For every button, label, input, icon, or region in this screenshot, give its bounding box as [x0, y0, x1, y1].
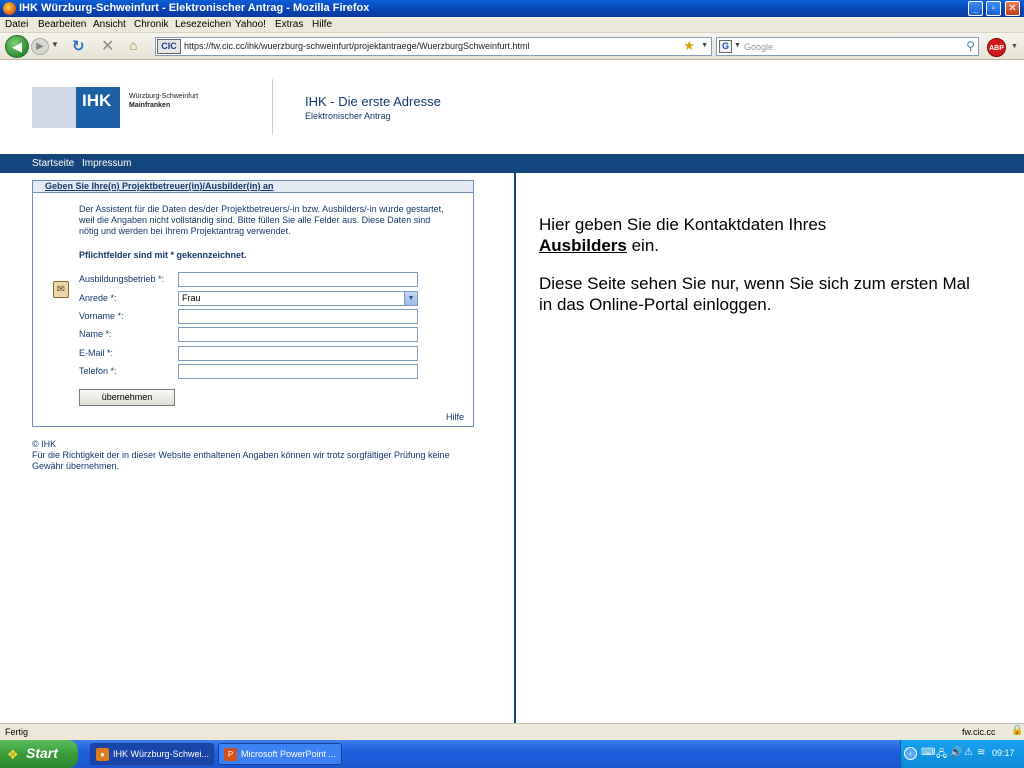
status-host: fw.cic.cc [962, 727, 996, 737]
taskbar: ❖ Start ● IHK Würzburg-Schwei... P Micro… [0, 740, 1024, 768]
navigation-toolbar: ◀ ▶ ▼ ↻ ✕ ⌂ CIC https://fw.cic.cc/ihk/wu… [0, 33, 1024, 60]
system-tray: ‹ ⌨ 🖧 🔊 ⚠ ≋ 09:17 [900, 740, 1024, 768]
ihk-logo-accent [32, 87, 76, 128]
firefox-task-icon: ● [96, 748, 109, 761]
search-magnifier-icon[interactable]: ⚲ [966, 39, 975, 53]
ihk-logo-text: IHK [82, 91, 112, 110]
chevron-down-icon[interactable]: ▼ [404, 292, 417, 305]
form-intro: Der Assistent für die Daten des/der Proj… [79, 204, 444, 236]
adblock-plus-icon[interactable]: ABP [987, 38, 1006, 57]
adblock-dropdown-icon[interactable]: ▼ [1011, 43, 1018, 50]
status-text: Fertig [5, 727, 29, 737]
menu-chronik[interactable]: Chronik [134, 19, 168, 30]
history-dropdown-icon[interactable]: ▼ [51, 40, 59, 49]
tray-expand-icon[interactable]: ‹ [904, 747, 917, 760]
required-note: Pflichtfelder sind mit * gekennzeichnet. [79, 250, 247, 260]
task-powerpoint[interactable]: P Microsoft PowerPoint ... [218, 743, 342, 765]
copyright: © IHK [32, 439, 57, 449]
network-icon[interactable]: 🖧 [936, 747, 947, 764]
status-bar: Fertig fw.cic.cc 🔒 [0, 723, 1024, 740]
url-text[interactable]: https://fw.cic.cc/ihk/wuerzburg-schweinf… [184, 41, 529, 51]
column-divider [514, 173, 516, 723]
site-identity-badge[interactable]: CIC [157, 39, 181, 54]
header-divider [272, 79, 273, 135]
label-anrede: Anrede *: [79, 293, 117, 303]
vorname-input[interactable] [178, 309, 418, 324]
windows-logo-icon: ❖ [7, 747, 19, 762]
task-firefox[interactable]: ● IHK Würzburg-Schwei... [90, 743, 214, 765]
logo-subregion: Mainfranken [129, 102, 171, 109]
nav-impressum[interactable]: Impressum [82, 158, 131, 169]
page-content: IHK Würzburg-Schweinfurt Mainfranken IHK… [0, 61, 1024, 723]
task-powerpoint-label: Microsoft PowerPoint ... [241, 749, 337, 759]
info-line1-pre: Hier geben Sie die Kontaktdaten Ihres [539, 215, 827, 234]
label-telefon: Telefon *: [79, 366, 117, 376]
url-dropdown-icon[interactable]: ▼ [701, 42, 708, 49]
menu-hilfe[interactable]: Hilfe [312, 19, 332, 30]
label-name: Name *: [79, 329, 112, 339]
disclaimer: Für die Richtigkeit der in dieser Websit… [32, 450, 450, 471]
menu-lesezeichen[interactable]: Lesezeichen [175, 19, 231, 30]
wireless-icon[interactable]: ≋ [977, 747, 985, 758]
language-icon[interactable]: ⌨ [921, 747, 935, 758]
back-button[interactable]: ◀ [5, 35, 29, 58]
start-button[interactable]: ❖ Start [0, 740, 78, 768]
search-engine-dropdown-icon[interactable]: ▼ [734, 42, 741, 49]
form-title: Geben Sie Ihre(n) Projektbetreuer(in)/Au… [45, 181, 274, 191]
label-email: E-Mail *: [79, 348, 114, 358]
clock[interactable]: 09:17 [992, 748, 1015, 758]
forward-button[interactable]: ▶ [31, 38, 49, 55]
search-bar[interactable]: G ▼ Google ⚲ [716, 37, 979, 56]
telefon-input[interactable] [178, 364, 418, 379]
powerpoint-task-icon: P [224, 748, 237, 761]
nav-startseite[interactable]: Startseite [32, 158, 74, 169]
menu-yahoo[interactable]: Yahoo! [235, 19, 266, 30]
url-bar[interactable]: CIC https://fw.cic.cc/ihk/wuerzburg-schw… [155, 37, 712, 56]
start-label: Start [26, 745, 58, 761]
info-paragraph-1: Hier geben Sie die Kontaktdaten Ihres Aus… [539, 214, 979, 256]
contact-card-icon: ✉ [53, 281, 69, 298]
name-input[interactable] [178, 327, 418, 342]
lock-icon[interactable]: 🔒 [1011, 725, 1023, 736]
label-vorname: Vorname *: [79, 311, 124, 321]
bookmark-star-icon[interactable]: ★ [683, 38, 695, 54]
stop-icon[interactable]: ✕ [101, 36, 114, 56]
search-engine-icon[interactable]: G [719, 40, 732, 53]
volume-icon[interactable]: 🔊 [950, 747, 962, 758]
menu-bar: Datei Bearbeiten Ansicht Chronik Lesezei… [0, 17, 1024, 33]
search-placeholder[interactable]: Google [744, 42, 773, 52]
menu-bearbeiten[interactable]: Bearbeiten [38, 19, 86, 30]
label-ausbildungsbetrieb: Ausbildungsbetrieb *: [79, 274, 165, 284]
info-line1-bold: Ausbilders [539, 236, 627, 255]
close-button[interactable]: ✕ [1005, 1, 1020, 16]
info-paragraph-2: Diese Seite sehen Sie nur, wenn Sie sich… [539, 274, 970, 314]
email-input[interactable] [178, 346, 418, 361]
logo-region: Würzburg-Schweinfurt [129, 93, 199, 100]
menu-ansicht[interactable]: Ansicht [93, 19, 126, 30]
anrede-value: Frau [182, 293, 201, 303]
menu-extras[interactable]: Extras [275, 19, 303, 30]
task-firefox-label: IHK Würzburg-Schwei... [113, 749, 210, 759]
window-title: IHK Würzburg-Schweinfurt - Elektronische… [19, 2, 370, 14]
info-line1-post: ein. [626, 236, 659, 255]
submit-button[interactable]: übernehmen [79, 389, 175, 406]
trainer-form: Geben Sie Ihre(n) Projektbetreuer(in)/Au… [32, 180, 474, 427]
security-icon[interactable]: ⚠ [964, 747, 973, 758]
page-title: IHK - Die erste Adresse [305, 94, 441, 109]
anrede-select[interactable]: Frau ▼ [178, 291, 418, 306]
home-icon[interactable]: ⌂ [129, 37, 137, 53]
reload-icon[interactable]: ↻ [72, 37, 85, 55]
firefox-icon [3, 2, 16, 15]
menu-datei[interactable]: Datei [5, 19, 28, 30]
page-subtitle: Elektronischer Antrag [305, 111, 391, 121]
form-header: Geben Sie Ihre(n) Projektbetreuer(in)/Au… [33, 181, 473, 193]
minimize-button[interactable]: _ [968, 1, 983, 16]
window-titlebar: IHK Würzburg-Schweinfurt - Elektronische… [0, 0, 1024, 17]
site-nav: Startseite Impressum [0, 154, 1024, 173]
help-link[interactable]: Hilfe [446, 412, 464, 422]
ausbildungsbetrieb-input[interactable] [178, 272, 418, 287]
maximize-button[interactable]: ▫ [986, 1, 1001, 16]
